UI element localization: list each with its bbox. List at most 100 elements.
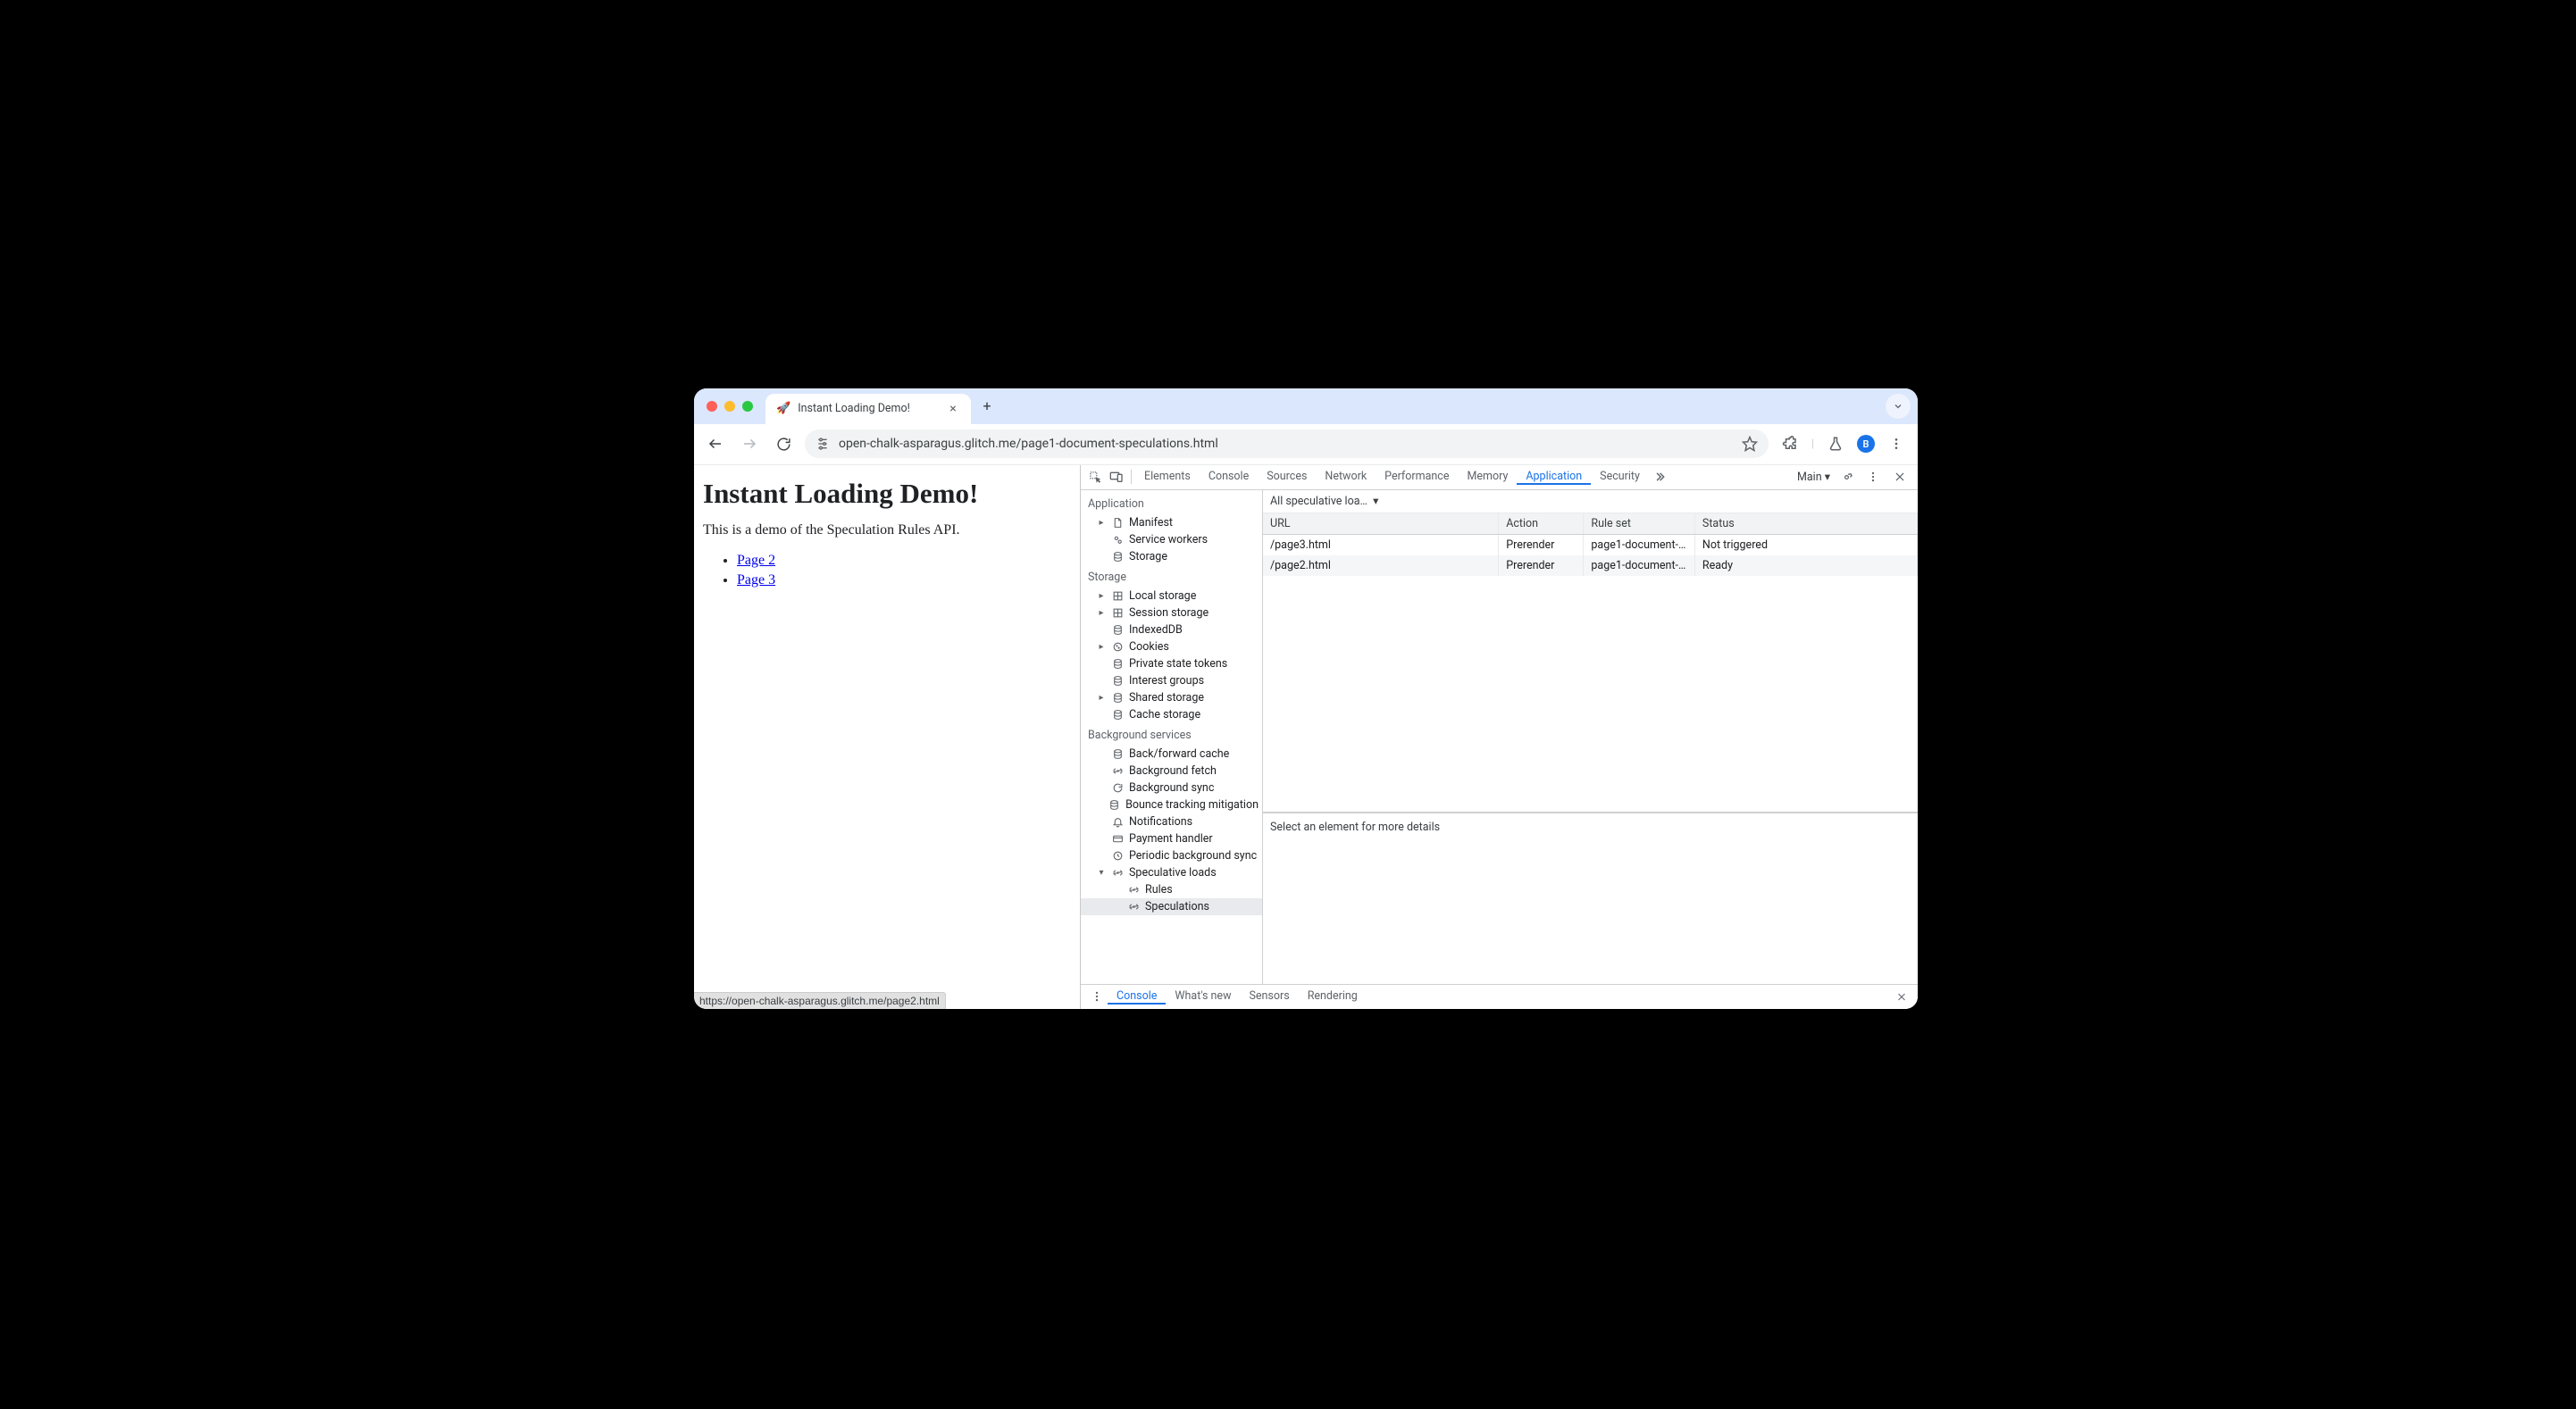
sync-icon <box>1111 866 1124 879</box>
back-button[interactable] <box>703 431 728 456</box>
tab-close-button[interactable]: × <box>946 403 960 415</box>
db-icon <box>1111 674 1124 687</box>
sidebar-item-private-state-tokens[interactable]: Private state tokens <box>1081 655 1262 672</box>
address-bar[interactable]: open-chalk-asparagus.glitch.me/page1-doc… <box>805 429 1769 458</box>
sidebar-item-label: Interest groups <box>1129 674 1204 688</box>
more-tabs-button[interactable] <box>1649 471 1670 483</box>
chrome-menu-button[interactable] <box>1884 431 1909 456</box>
table-header[interactable]: URL <box>1263 513 1499 535</box>
drawer-tab-what-s-new[interactable]: What's new <box>1166 989 1240 1003</box>
sidebar-item-label: Notifications <box>1129 815 1192 829</box>
sidebar-item-speculative-loads[interactable]: ▾ Speculative loads <box>1081 864 1262 881</box>
tab-active[interactable]: 🚀 Instant Loading Demo! × <box>765 394 971 424</box>
sidebar-item-manifest[interactable]: ▸Manifest <box>1081 514 1262 531</box>
sidebar-item-bounce-tracking-mitigation[interactable]: Bounce tracking mitigation <box>1081 796 1262 813</box>
sidebar-item-label: Speculative loads <box>1129 866 1217 880</box>
drawer-close-button[interactable] <box>1891 991 1912 1003</box>
forward-button[interactable] <box>737 431 762 456</box>
star-icon[interactable] <box>1742 436 1758 452</box>
page-link[interactable]: Page 2 <box>737 553 775 568</box>
page-heading: Instant Loading Demo! <box>703 478 1071 510</box>
table-header[interactable]: Rule set <box>1584 513 1695 535</box>
sidebar-item-indexeddb[interactable]: IndexedDB <box>1081 621 1262 638</box>
sidebar-item-shared-storage[interactable]: ▸Shared storage <box>1081 689 1262 706</box>
sidebar-section-title: Application <box>1081 492 1262 514</box>
close-window-button[interactable] <box>707 401 717 412</box>
sidebar-item-speculations[interactable]: Speculations <box>1081 898 1262 915</box>
sidebar-item-label: Background sync <box>1129 781 1214 795</box>
table-header[interactable]: Action <box>1499 513 1584 535</box>
devtools-tab-sources[interactable]: Sources <box>1258 470 1316 483</box>
devtools-tabs: ElementsConsoleSourcesNetworkPerformance… <box>1081 465 1918 490</box>
inspect-element-button[interactable] <box>1084 471 1106 484</box>
flask-icon <box>1827 436 1844 452</box>
sidebar-item-label: Bounce tracking mitigation <box>1125 798 1259 812</box>
disclosure-triangle-icon: ▸ <box>1097 608 1106 618</box>
devtools-tab-memory[interactable]: Memory <box>1458 470 1517 483</box>
traffic-lights <box>707 401 753 412</box>
table-cell-url: /page2.html <box>1263 555 1499 576</box>
table-row[interactable]: /page3.htmlPrerenderpage1-document-…Not … <box>1263 534 1918 555</box>
devtools-close-button[interactable] <box>1889 471 1911 483</box>
drawer-tab-console[interactable]: Console <box>1108 989 1166 1005</box>
url-text: open-chalk-asparagus.glitch.me/page1-doc… <box>839 437 1733 451</box>
application-sidebar[interactable]: Application▸Manifest Service workers Stora… <box>1081 490 1263 984</box>
devtools-tab-network[interactable]: Network <box>1316 470 1376 483</box>
table-cell-url: /page3.html <box>1263 534 1499 555</box>
drawer-tab-sensors[interactable]: Sensors <box>1240 989 1298 1003</box>
devtools-settings-button[interactable] <box>1836 471 1857 484</box>
sidebar-item-background-sync[interactable]: Background sync <box>1081 780 1262 796</box>
page-content: Instant Loading Demo! This is a demo of … <box>694 465 1080 1009</box>
new-tab-button[interactable]: + <box>974 394 999 419</box>
extensions-button[interactable] <box>1777 431 1802 456</box>
disclosure-triangle-icon: ▸ <box>1097 518 1106 528</box>
sidebar-item-session-storage[interactable]: ▸Session storage <box>1081 604 1262 621</box>
tabstrip-chevron-button[interactable] <box>1886 394 1911 419</box>
page-intro: This is a demo of the Speculation Rules … <box>703 522 1071 538</box>
devtools-tab-console[interactable]: Console <box>1200 470 1258 483</box>
reload-button[interactable] <box>771 431 796 456</box>
sidebar-item-rules[interactable]: Rules <box>1081 881 1262 898</box>
browser-toolbar: open-chalk-asparagus.glitch.me/page1-doc… <box>694 424 1918 465</box>
sidebar-item-cache-storage[interactable]: Cache storage <box>1081 706 1262 723</box>
sidebar-item-storage[interactable]: Storage <box>1081 548 1262 565</box>
sync-icon <box>1111 764 1124 777</box>
sidebar-item-label: Service workers <box>1129 533 1208 546</box>
profile-avatar[interactable]: B <box>1857 435 1875 453</box>
zoom-window-button[interactable] <box>742 401 753 412</box>
sidebar-item-local-storage[interactable]: ▸Local storage <box>1081 588 1262 604</box>
table-row[interactable]: /page2.htmlPrerenderpage1-document-…Read… <box>1263 555 1918 576</box>
filter-dropdown[interactable]: All speculative loa… ▾ <box>1270 494 1378 508</box>
minimize-window-button[interactable] <box>724 401 735 412</box>
sidebar-section-title: Background services <box>1081 723 1262 746</box>
devtools-tab-security[interactable]: Security <box>1591 470 1649 483</box>
target-dropdown[interactable]: Main ▾ <box>1797 470 1830 484</box>
sidebar-item-back-forward-cache[interactable]: Back/forward cache <box>1081 746 1262 763</box>
drawer-menu-button[interactable] <box>1086 990 1108 1003</box>
disclosure-triangle-icon: ▾ <box>1097 868 1106 878</box>
close-icon <box>1894 471 1906 483</box>
sidebar-item-notifications[interactable]: Notifications <box>1081 813 1262 830</box>
status-bar: https://open-chalk-asparagus.glitch.me/p… <box>694 992 946 1009</box>
page-link[interactable]: Page 3 <box>737 572 775 588</box>
sidebar-item-interest-groups[interactable]: Interest groups <box>1081 672 1262 689</box>
table-cell-action: Prerender <box>1499 534 1584 555</box>
sidebar-item-payment-handler[interactable]: Payment handler <box>1081 830 1262 847</box>
details-pane: Select an element for more details <box>1263 813 1918 984</box>
table-header[interactable]: Status <box>1694 513 1917 535</box>
devtools-menu-button[interactable] <box>1862 471 1884 483</box>
sync-icon <box>1127 883 1140 896</box>
devtools-tab-elements[interactable]: Elements <box>1135 470 1200 483</box>
sidebar-item-periodic-background-sync[interactable]: Periodic background sync <box>1081 847 1262 864</box>
labs-button[interactable] <box>1823 431 1848 456</box>
drawer-tab-rendering[interactable]: Rendering <box>1299 989 1367 1003</box>
table-cell-status: Not triggered <box>1694 534 1917 555</box>
devtools-tab-performance[interactable]: Performance <box>1376 470 1458 483</box>
puzzle-icon <box>1782 436 1798 452</box>
devtools-tab-application[interactable]: Application <box>1517 470 1591 485</box>
sidebar-item-service-workers[interactable]: Service workers <box>1081 531 1262 548</box>
sidebar-item-background-fetch[interactable]: Background fetch <box>1081 763 1262 780</box>
device-toolbar-button[interactable] <box>1106 470 1127 484</box>
card-icon <box>1111 832 1124 845</box>
sidebar-item-cookies[interactable]: ▸Cookies <box>1081 638 1262 655</box>
